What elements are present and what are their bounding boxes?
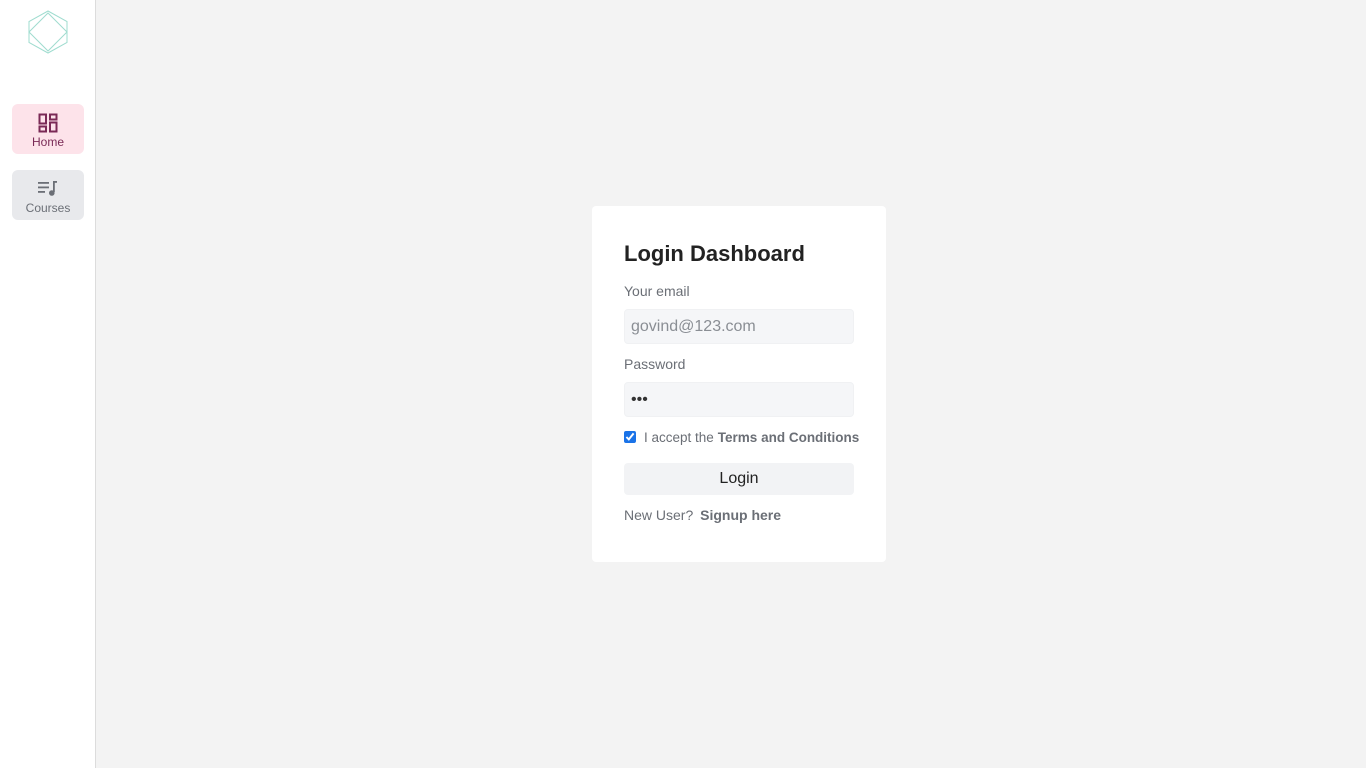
sidebar-item-label: Courses (25, 200, 71, 215)
email-label: Your email (624, 283, 690, 299)
terms-prefix: I accept the (644, 429, 714, 445)
sidebar-item-courses[interactable]: Courses (12, 170, 84, 220)
password-label: Password (624, 356, 686, 372)
email-field[interactable] (624, 309, 854, 344)
dashboard-grid-icon (37, 112, 59, 134)
login-button[interactable]: Login (624, 463, 854, 495)
sidebar-item-label: Home (31, 134, 64, 149)
hexagon-logo-icon[interactable] (27, 10, 69, 54)
playlist-music-icon (37, 178, 59, 200)
sidebar: Home Courses (0, 0, 96, 768)
signup-row: New User? Signup here (624, 506, 854, 524)
terms-link[interactable]: Terms and Conditions (718, 430, 860, 445)
terms-row: I accept the Terms and Conditions (624, 429, 859, 445)
app-root: Home Courses Login Dashboard Your email … (0, 0, 1366, 768)
password-field[interactable] (624, 382, 854, 417)
signup-link[interactable]: Signup here (700, 507, 781, 523)
signup-prefix: New User? (624, 507, 694, 523)
login-card: Login Dashboard Your email Password I ac… (592, 206, 886, 562)
page-title: Login Dashboard (624, 241, 805, 266)
sidebar-item-home[interactable]: Home (12, 104, 84, 154)
terms-checkbox[interactable] (624, 431, 636, 443)
login-form: Login Dashboard Your email Password I ac… (624, 240, 859, 524)
